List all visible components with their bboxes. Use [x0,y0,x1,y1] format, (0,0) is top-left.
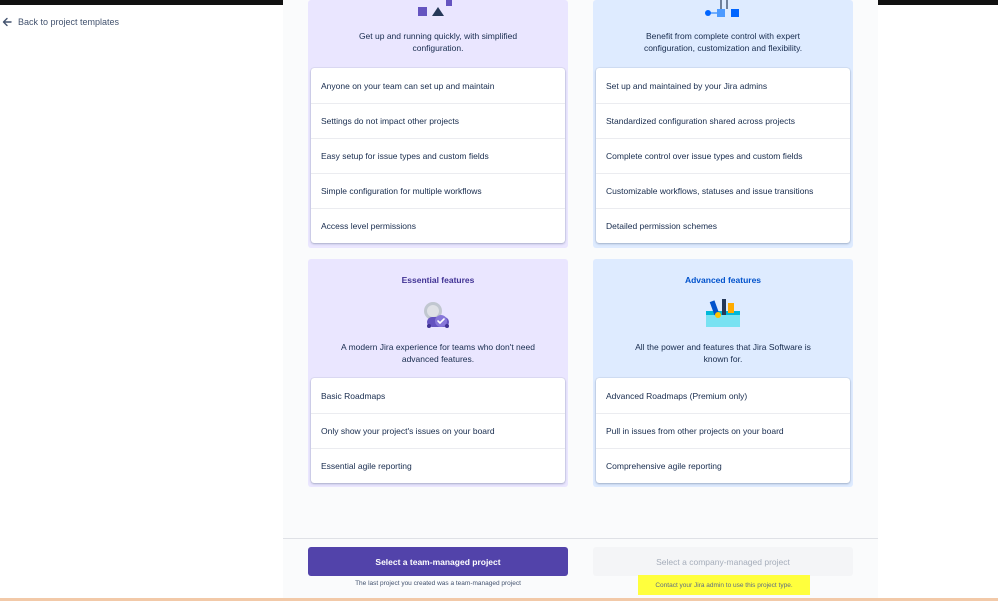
nodes-illustration-icon [703,0,743,25]
list-item: Simple configuration for multiple workfl… [311,173,565,208]
team-managed-panel: Get up and running quickly, with simplif… [308,0,568,248]
advanced-features-description: All the power and features that Jira Sof… [635,342,811,364]
list-item: Access level permissions [311,208,565,243]
advanced-features-list: Advanced Roadmaps (Premium only) Pull in… [596,378,850,483]
advanced-features-title: Advanced features [684,275,762,285]
rocket-check-icon [421,297,453,334]
advanced-features-panel: Advanced features All the power and feat… [593,259,853,487]
last-project-note: The last project you created was a team-… [355,580,521,587]
select-team-managed-button[interactable]: Select a team-managed project [308,547,568,576]
team-managed-list: Anyone on your team can set up and maint… [311,68,565,243]
list-item: Set up and maintained by your Jira admin… [606,80,768,91]
essential-features-list: Basic Roadmaps Only show your project's … [311,378,565,483]
team-managed-description: Get up and running quickly, with simplif… [358,31,518,53]
arrow-left-icon [2,17,12,27]
essential-features-title: Essential features [401,275,475,285]
list-item: Detailed permission schemes [596,208,850,243]
list-item: Pull in issues from other projects on yo… [596,413,850,448]
list-item: Easy setup for issue types and custom fi… [311,138,565,173]
back-to-templates-link[interactable]: Back to project templates [2,17,119,27]
list-item: Customizable workflows, statuses and iss… [596,173,850,208]
list-item: Anyone on your team can set up and maint… [321,80,495,91]
essential-features-description: A modern Jira experience for teams who d… [341,342,535,364]
back-link-label: Back to project templates [18,17,120,27]
company-managed-panel: Benefit from complete control with exper… [593,0,853,248]
list-item: Basic Roadmaps [321,390,386,401]
list-item: Complete control over issue types and cu… [596,138,850,173]
company-managed-list: Set up and maintained by your Jira admin… [596,68,850,243]
list-item: Advanced Roadmaps (Premium only) [606,390,748,401]
admin-contact-note: Contact your Jira admin to use this proj… [638,575,810,595]
shapes-illustration-icon [416,0,456,25]
footer-divider [283,538,878,539]
essential-features-panel: Essential features A modern Jira experie… [308,259,568,487]
list-item: Essential agile reporting [311,448,565,483]
company-managed-description: Benefit from complete control with exper… [643,31,803,53]
select-company-managed-button: Select a company-managed project [593,547,853,576]
list-item: Settings do not impact other projects [311,103,565,138]
toolbox-icon [704,297,742,334]
list-item: Comprehensive agile reporting [596,448,850,483]
list-item: Only show your project's issues on your … [311,413,565,448]
list-item: Standardized configuration shared across… [596,103,850,138]
